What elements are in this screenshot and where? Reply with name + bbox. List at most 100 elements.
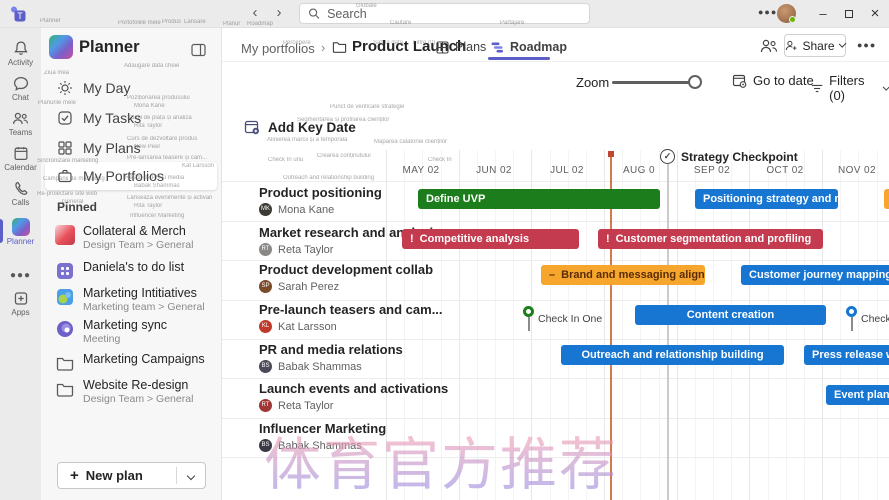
task-bar[interactable]: !Competitive analysis bbox=[402, 229, 579, 249]
pinned-section-label: Pinned bbox=[57, 200, 97, 214]
folder-icon bbox=[55, 379, 75, 399]
rail-item-apps[interactable]: Apps bbox=[0, 290, 41, 317]
sidebar-item-my-day[interactable]: My Day bbox=[45, 74, 217, 102]
pinned-item-subtitle: Marketing team > General bbox=[83, 301, 205, 313]
month-label: NOV 02 bbox=[838, 165, 876, 176]
maximize-button[interactable] bbox=[838, 6, 860, 22]
avatar: RT bbox=[259, 399, 272, 412]
month-label: OCT 02 bbox=[766, 165, 803, 176]
key-date-strategy-checkpoint[interactable]: ✓ Strategy Checkpoint bbox=[660, 149, 798, 164]
assignee-name: Babak Shammas bbox=[278, 361, 362, 373]
new-plan-label: New plan bbox=[86, 468, 176, 483]
close-button[interactable]: × bbox=[864, 6, 886, 22]
row-separator bbox=[222, 339, 889, 340]
bell-icon bbox=[12, 40, 30, 57]
minimize-button[interactable]: – bbox=[812, 6, 834, 22]
task-bar[interactable]: Positioning strategy and mess... bbox=[695, 189, 838, 209]
task-row-label[interactable]: Pre-launch teasers and cam...KLKat Larss… bbox=[259, 302, 417, 333]
task-row-label[interactable]: Product positioningMKMona Kane bbox=[259, 185, 417, 216]
task-row-label[interactable]: Market research and analysis RTReta Taylo… bbox=[259, 225, 417, 256]
gridline bbox=[677, 150, 678, 500]
avatar: KL bbox=[259, 320, 272, 333]
row-separator bbox=[222, 300, 889, 301]
task-row-label[interactable]: Product development collab SP Sarah Perez bbox=[259, 262, 417, 293]
back-arrow[interactable]: ‹ bbox=[246, 4, 264, 21]
avatar: MK bbox=[259, 203, 272, 216]
rail-item-planner[interactable]: Planner bbox=[0, 218, 41, 246]
pinned-item-title: Collateral & Merch bbox=[83, 224, 193, 238]
forward-arrow[interactable]: › bbox=[270, 4, 288, 21]
today-marker bbox=[608, 151, 614, 157]
new-plan-dropdown[interactable] bbox=[177, 473, 205, 479]
rail-label: Apps bbox=[0, 308, 41, 317]
rail-item-calls[interactable]: Calls bbox=[0, 180, 41, 207]
pinned-item-title: Marketing Intitiatives bbox=[83, 286, 205, 300]
rail-more-button[interactable]: ●●● bbox=[0, 265, 41, 283]
avatar: RT bbox=[259, 243, 272, 256]
task-bar[interactable]: Outreach and relationship building bbox=[561, 345, 784, 365]
task-title: Market research and analysis bbox=[259, 225, 417, 240]
avatar: SP bbox=[259, 280, 272, 293]
sidebar-item-label: My Portfolios bbox=[83, 168, 164, 184]
rail-item-teams[interactable]: Teams bbox=[0, 110, 41, 137]
sidebar-item-label: My Plans bbox=[83, 140, 141, 156]
assignee-row: BSBabak Shammas bbox=[259, 360, 417, 373]
pinned-plan-marketing-campaigns[interactable]: Marketing Campaigns bbox=[47, 352, 217, 373]
rail-item-chat[interactable]: Chat bbox=[0, 75, 41, 102]
search-box[interactable] bbox=[299, 3, 590, 24]
task-bar-label: Customer segmentation and profiling bbox=[616, 233, 812, 245]
gridline bbox=[877, 150, 878, 500]
meeting-icon bbox=[55, 319, 75, 339]
task-row-label[interactable]: Launch events and activationsRTReta Tayl… bbox=[259, 381, 417, 412]
task-title: Product development collab bbox=[259, 262, 417, 277]
task-bar[interactable]: Customer journey mapping bbox=[741, 265, 889, 285]
task-bar[interactable]: !Customer segmentation and profiling bbox=[598, 229, 823, 249]
assignee-row: KL Kat Larsson bbox=[259, 320, 417, 333]
task-row-label[interactable]: PR and media relationsBSBabak Shammas bbox=[259, 342, 417, 373]
pinned-plan-website-redesign[interactable]: Website Re-design Design Team > General bbox=[47, 378, 217, 405]
people-icon bbox=[11, 110, 30, 127]
titlebar-more-button[interactable]: ●●● bbox=[758, 7, 777, 17]
task-bar[interactable]: Define UVP bbox=[418, 189, 660, 209]
task-bar[interactable]: –Brand and messaging alignment bbox=[541, 265, 705, 285]
presence-indicator bbox=[789, 16, 796, 23]
pinned-plan-collateral-merch[interactable]: Collateral & Merch Design Team > General bbox=[47, 224, 217, 251]
sidebar-item-label: My Day bbox=[83, 80, 130, 96]
assignee-name: Sarah Perez bbox=[278, 281, 339, 293]
task-bar-label: Event planning bbox=[834, 389, 889, 401]
task-bar[interactable] bbox=[884, 189, 889, 209]
task-bar[interactable]: Press release writing bbox=[804, 345, 889, 365]
calendar-icon bbox=[12, 145, 30, 162]
rail-item-activity[interactable]: Activity bbox=[0, 40, 41, 67]
roadmap-chart: ✓ Strategy Checkpoint MAY 02JUN 02JUL 02… bbox=[222, 28, 889, 500]
task-title: Product positioning bbox=[259, 185, 417, 200]
search-input[interactable] bbox=[327, 7, 581, 21]
collapse-sidebar-icon[interactable] bbox=[191, 43, 206, 57]
row-separator bbox=[222, 221, 889, 222]
sidebar-item-label: My Tasks bbox=[83, 110, 141, 126]
sun-icon bbox=[57, 80, 73, 96]
milestone-pin-icon[interactable] bbox=[523, 306, 534, 317]
task-bar-label: Customer journey mapping bbox=[749, 269, 889, 281]
planner-logo-icon bbox=[49, 35, 73, 59]
milestone-pin-icon[interactable] bbox=[846, 306, 857, 317]
task-bar[interactable]: Event planning bbox=[826, 385, 889, 405]
assignee-name: Kat Larsson bbox=[278, 321, 337, 333]
pinned-plan-danielas-list[interactable]: Daniela's to do list bbox=[47, 260, 217, 281]
rail-item-calendar[interactable]: Calendar bbox=[0, 145, 41, 172]
sidebar-item-my-tasks[interactable]: My Tasks bbox=[45, 104, 217, 132]
chevron-down-icon bbox=[187, 471, 195, 479]
task-bar-label: Outreach and relationship building bbox=[581, 349, 763, 361]
new-plan-button[interactable]: + New plan bbox=[57, 462, 206, 489]
sidebar-item-my-portfolios[interactable]: My Portfolios bbox=[45, 162, 217, 190]
sidebar-item-my-plans[interactable]: My Plans bbox=[45, 134, 217, 162]
pinned-plan-marketing-initiatives[interactable]: Marketing Intitiatives Marketing team > … bbox=[47, 286, 217, 313]
milestone-stem bbox=[851, 317, 853, 331]
assignee-row: RTReta Taylor bbox=[259, 243, 417, 256]
pinned-meeting-marketing-sync[interactable]: Marketing sync Meeting bbox=[47, 318, 217, 345]
task-row-label[interactable]: Influencer MarketingBSBabak Shammas bbox=[259, 421, 417, 452]
pinned-item-title: Daniela's to do list bbox=[83, 260, 184, 274]
row-separator bbox=[222, 181, 889, 182]
task-bar[interactable]: Content creation bbox=[635, 305, 826, 325]
avatar: BS bbox=[259, 439, 272, 452]
